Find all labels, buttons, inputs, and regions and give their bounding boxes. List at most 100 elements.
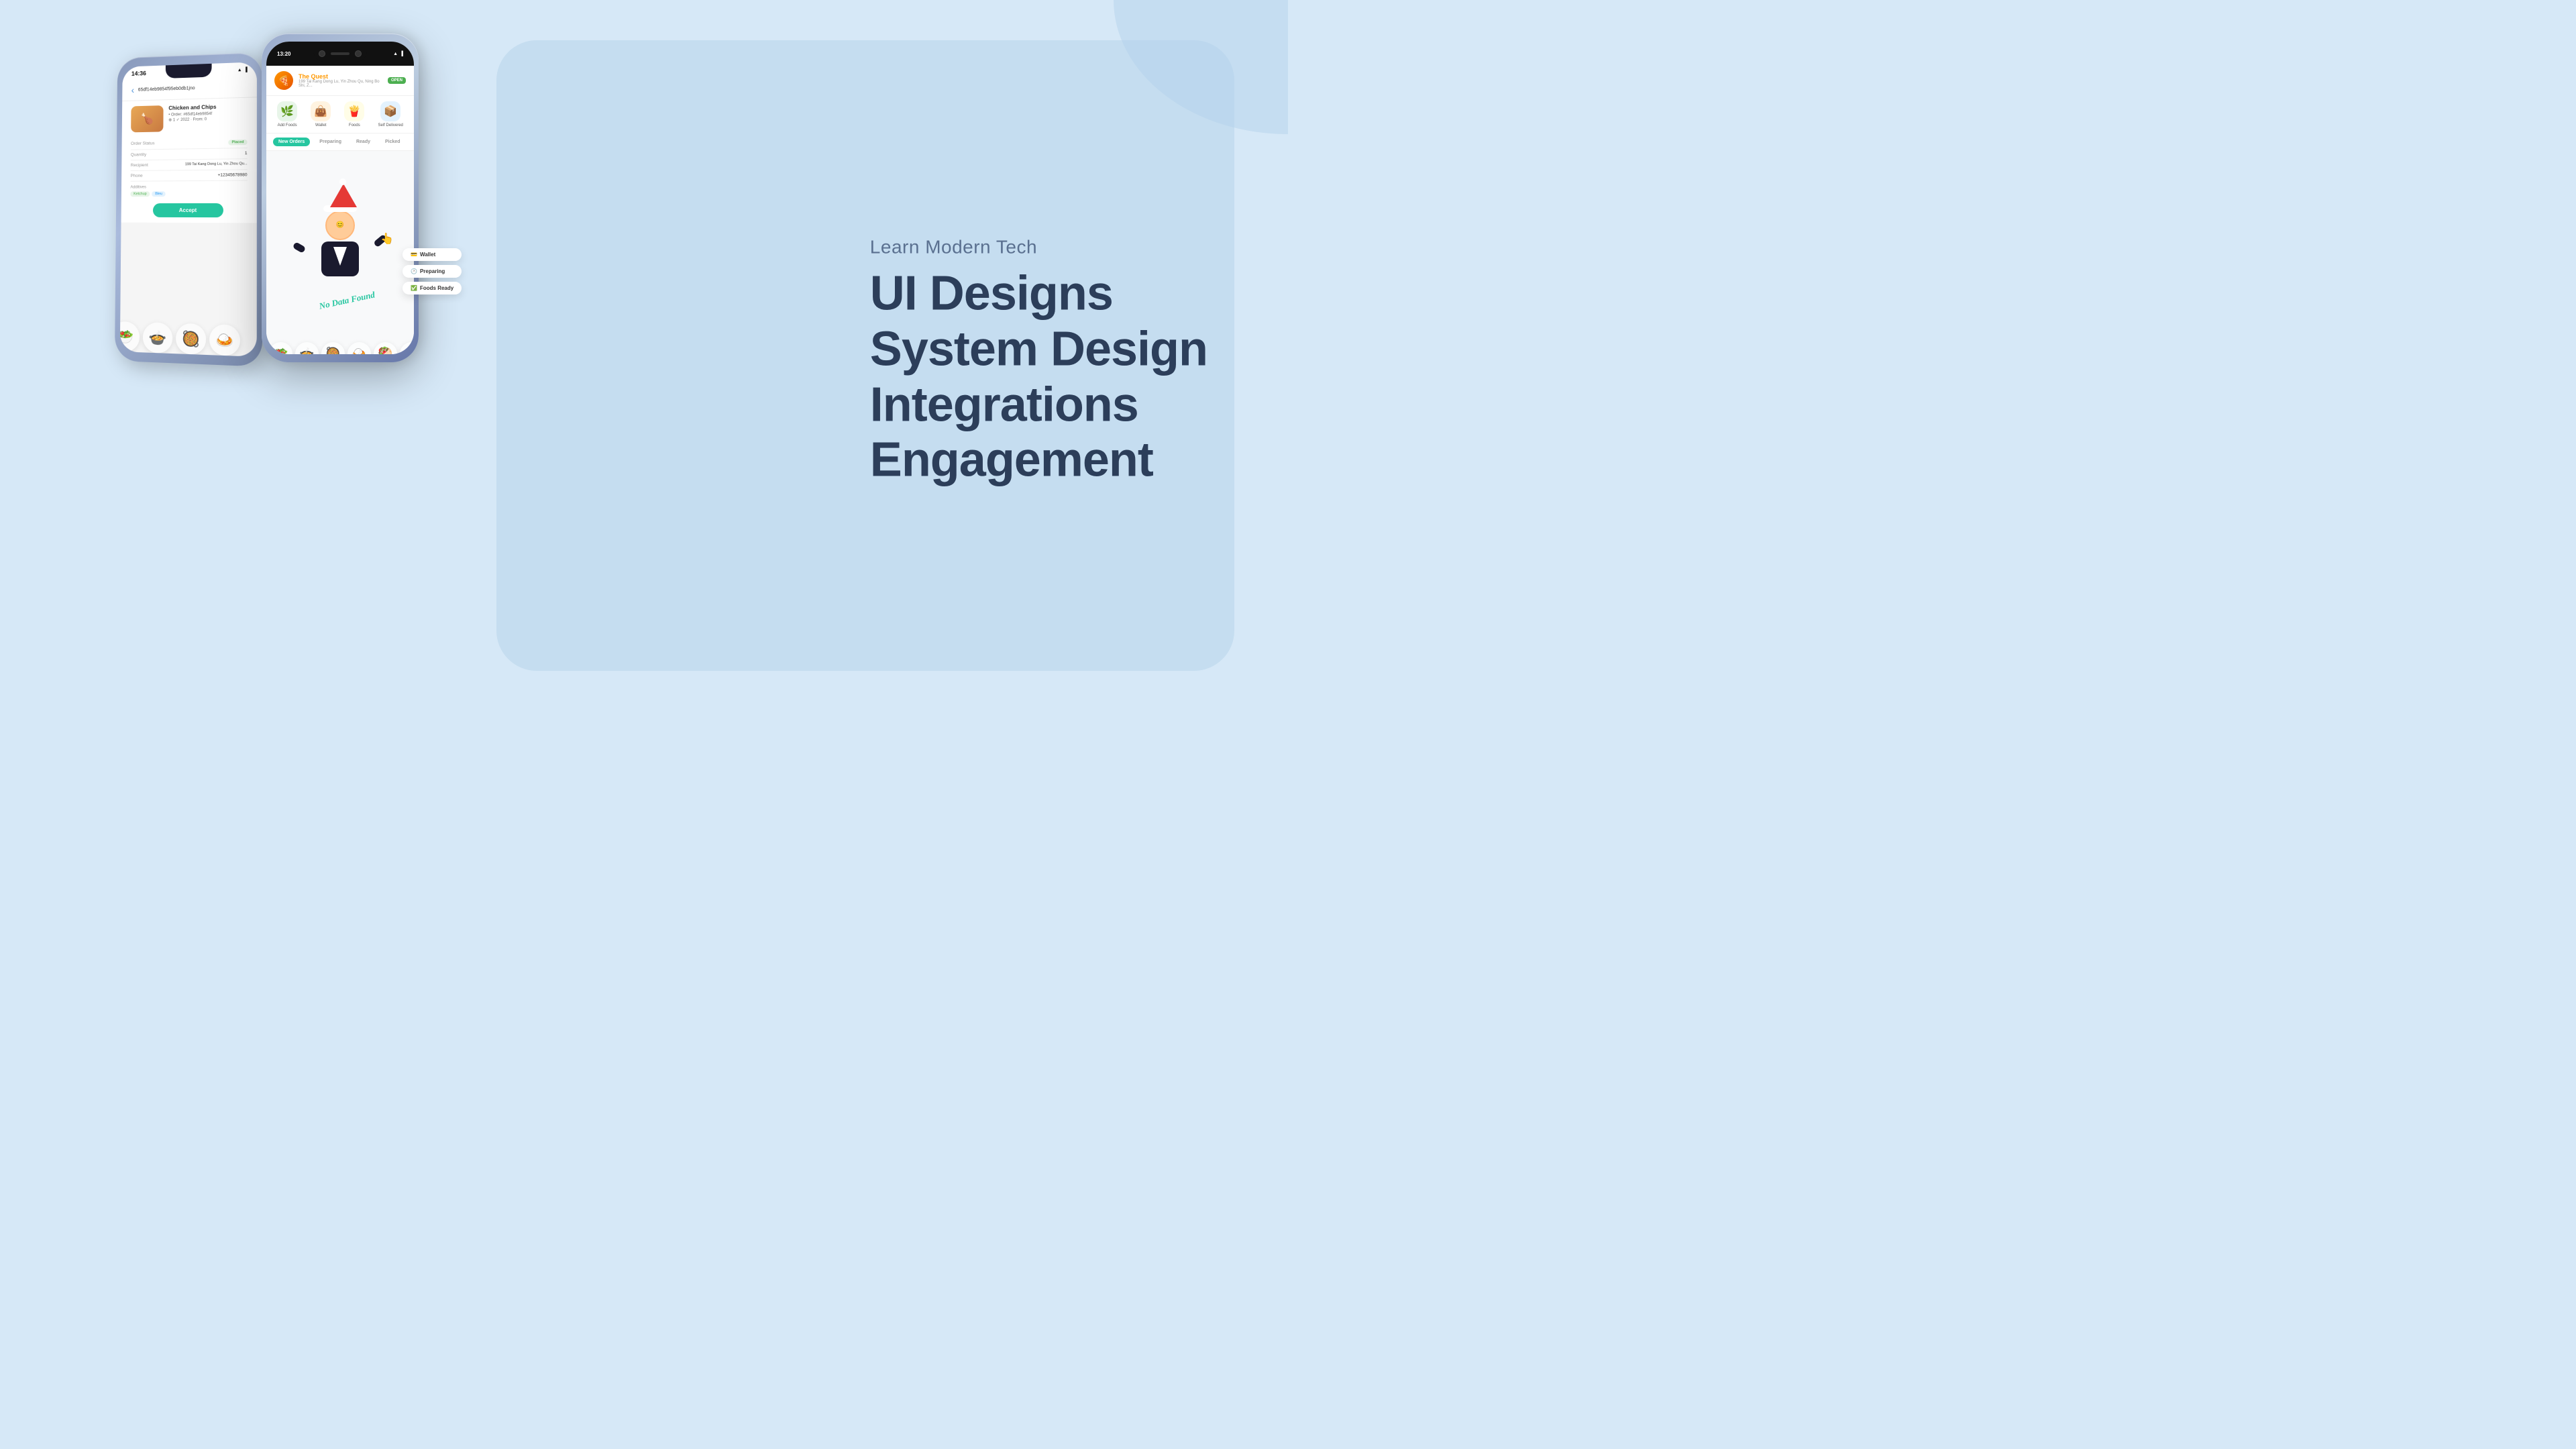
order-id: 65df14eb9854f95eb0db1jno [138, 86, 195, 93]
wallet-icon: 👜 [311, 101, 331, 121]
recipient-value: 199 Tai Kang Dong Lu, Yin Zhou Qu... [185, 162, 248, 167]
santa-body [321, 241, 359, 276]
recipient-label: Recipient [131, 163, 148, 168]
open-badge: OPEN [388, 77, 406, 84]
preparing-badge: 🕐 Preparing [402, 265, 462, 278]
tab-new-orders[interactable]: New Orders [273, 138, 310, 146]
phones-container: 14:36 ▲ ▐ ‹ 65df14eb9854f95eb0db1jno 🍗 C… [34, 34, 490, 691]
restaurant-logo: 🍕 [274, 71, 293, 90]
front-statusbar: 13:20 ▲ ▐ [266, 42, 414, 66]
additive-ketchup: Ketchup [130, 191, 150, 197]
action-wallet[interactable]: 👜 Wallet [311, 101, 331, 127]
food-image: 🍗 [131, 105, 163, 132]
wallet-badge-icon: 💳 [411, 252, 417, 258]
front-status-icons: ▲ ▐ [393, 52, 403, 56]
accept-button[interactable]: Accept [153, 203, 224, 217]
phone-back-time: 14:36 [131, 70, 146, 76]
phone-front: 13:20 ▲ ▐ 🍕 The Ques [262, 34, 419, 362]
foods-ready-label: Foods Ready [420, 285, 453, 291]
order-status-label: Order Status [131, 141, 155, 146]
front-food-6: 🥗 [400, 342, 414, 354]
preparing-badge-label: Preparing [420, 268, 445, 274]
subtitle: Learn Modern Tech [870, 236, 1208, 258]
action-add-foods[interactable]: 🌿 Add Foods [277, 101, 297, 127]
add-foods-label: Add Foods [278, 123, 297, 127]
no-data-text: No Data Found [318, 288, 376, 312]
phone-value: +12345678980 [217, 172, 247, 177]
front-food-2: 🍲 [295, 342, 319, 354]
status-icons: ▲ ▐ [237, 67, 248, 72]
no-data-label: No Data Found [318, 289, 376, 311]
restaurant-header: 🍕 The Quest 199 Tai Kang Dong Lu, Yin Zh… [266, 66, 414, 96]
santa-character-container: 😊 👆 [300, 184, 380, 291]
foods-ready-icon: ✅ [411, 285, 417, 291]
front-battery-icon: ▐ [400, 52, 403, 56]
additive-bleu: Bleu [152, 191, 166, 197]
text-content: Learn Modern Tech UI Designs System Desi… [870, 236, 1208, 488]
quantity-label: Quantity [131, 152, 146, 157]
wifi-icon: ▲ [237, 68, 242, 72]
heading-line-1: UI Designs [870, 266, 1208, 321]
front-food-1: 🥗 [269, 342, 292, 354]
tab-preparing[interactable]: Preparing [314, 138, 347, 146]
food-decoration-back: 🥗 🍲 🥘 🍛 [120, 258, 257, 357]
floating-badges: 💳 Wallet 🕐 Preparing ✅ Foods Ready [402, 248, 462, 294]
restaurant-address: 199 Tai Kang Dong Lu, Yin Zhou Qu, Ning … [299, 80, 382, 88]
orders-tab-bar: New Orders Preparing Ready Picked [266, 133, 414, 151]
front-food-4: 🍛 [347, 342, 371, 354]
food-decoration-front: 🥗 🍲 🥘 🍛 🥙 🥗 [266, 325, 414, 354]
phone-label: Phone [131, 174, 143, 178]
hat-pom [339, 178, 346, 185]
santa-head: 😊 [325, 211, 355, 240]
phone-back-screen: 14:36 ▲ ▐ ‹ 65df14eb9854f95eb0db1jno 🍗 C… [120, 62, 257, 357]
wallet-label: Wallet [315, 123, 326, 127]
front-food-5: 🥙 [374, 342, 397, 354]
foods-icon: 🍟 [344, 101, 364, 121]
food-bowl-2: 🍲 [143, 322, 173, 354]
additives-section: Additives Ketchup Bleu [130, 185, 247, 197]
battery-icon: ▐ [244, 67, 248, 72]
wallet-badge: 💳 Wallet [402, 248, 462, 261]
phone-row: Phone +12345678980 [131, 170, 248, 181]
santa-face: 😊 [336, 221, 344, 229]
phone-notch-area: 13:20 ▲ ▐ [266, 42, 414, 66]
app-content: 🍕 The Quest 199 Tai Kang Dong Lu, Yin Zh… [266, 66, 414, 354]
hat-cone [330, 184, 357, 207]
phone-back-notch [166, 64, 212, 78]
phone-back: 14:36 ▲ ▐ ‹ 65df14eb9854f95eb0db1jno 🍗 C… [115, 52, 262, 367]
food-item-row: 🍗 Chicken and Chips • Order: #65df14eb98… [131, 103, 248, 133]
quantity-value: 1 [245, 151, 248, 156]
order-content: 🍗 Chicken and Chips • Order: #65df14eb98… [121, 97, 257, 223]
food-name: Chicken and Chips [168, 103, 247, 111]
add-foods-icon: 🌿 [277, 101, 297, 121]
order-status-value: Placed [229, 140, 248, 146]
food-bowl-4: 🍛 [209, 324, 240, 356]
self-delivered-label: Self Delivered [378, 123, 403, 127]
action-self-delivered[interactable]: 📦 Self Delivered [378, 101, 403, 127]
tab-picked[interactable]: Picked [380, 138, 406, 146]
santa-hat [323, 184, 357, 212]
food-bowl-1: 🥗 [120, 321, 140, 352]
wallet-badge-label: Wallet [420, 252, 435, 258]
santa-tie [333, 247, 347, 266]
foods-ready-badge: ✅ Foods Ready [402, 282, 462, 294]
food-info: Chicken and Chips • Order: #65df14eb9854… [168, 103, 248, 131]
front-time: 13:20 [277, 51, 290, 57]
recipient-row: Recipient 199 Tai Kang Dong Lu, Yin Zhou… [131, 159, 248, 171]
main-heading: UI Designs System Design Integrations En… [870, 266, 1208, 488]
tab-ready[interactable]: Ready [351, 138, 376, 146]
back-arrow-icon[interactable]: ‹ [131, 85, 135, 95]
restaurant-info: The Quest 199 Tai Kang Dong Lu, Yin Zhou… [299, 73, 382, 88]
heading-line-2: System Design [870, 321, 1208, 377]
front-wifi-icon: ▲ [393, 52, 398, 56]
heading-line-4: Engagement [870, 433, 1208, 488]
empty-state: 😊 👆 No Data Found [266, 151, 414, 339]
pointing-hand: 👆 [380, 232, 394, 246]
foods-label: Foods [349, 123, 360, 127]
restaurant-name: The Quest [299, 73, 382, 80]
action-buttons-row: 🌿 Add Foods 👜 Wallet 🍟 Foods 📦 Self Deli… [266, 96, 414, 133]
additives-label: Additives [130, 185, 247, 190]
action-foods[interactable]: 🍟 Foods [344, 101, 364, 127]
self-delivered-icon: 📦 [380, 101, 400, 121]
food-bowl-3: 🥘 [176, 323, 206, 355]
